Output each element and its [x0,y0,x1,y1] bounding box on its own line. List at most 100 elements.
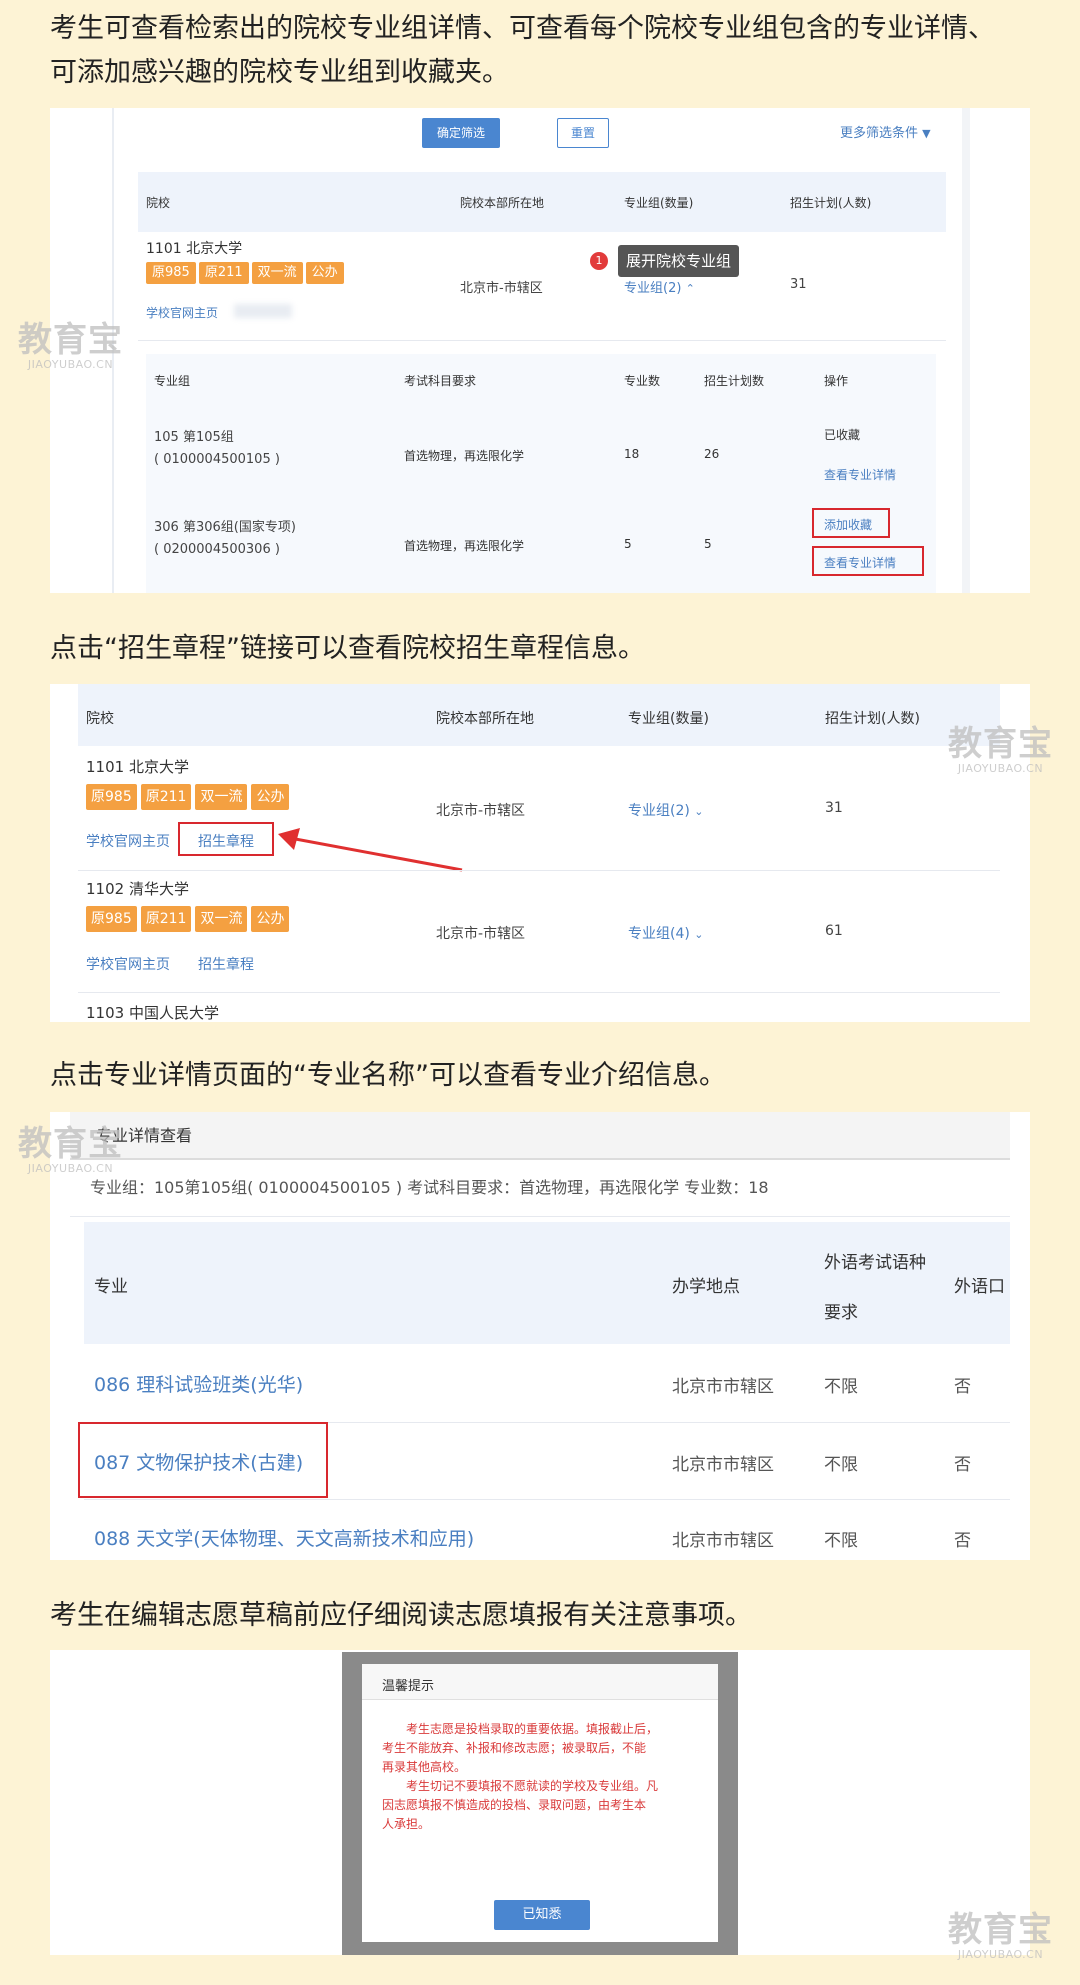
header-major: 专业 [94,1277,128,1297]
caption-1-line-2: 可添加感兴趣的院校专业组到收藏夹。 [50,57,509,88]
charter-school-2-name: 1102 清华大学 [86,880,189,898]
school-homepage-link[interactable]: 学校官网主页 [146,304,218,321]
major-row-3-name-link[interactable]: 088 天文学(天体物理、天文高新技术和应用) [94,1524,474,1551]
tag-211: 原211 [140,784,192,810]
caret-down-icon: ▼ [922,127,931,140]
caption-4: 考生在编辑志愿草稿前应仔细阅读志愿填报有关注意事项。 [50,1600,752,1631]
caption-1-line-1: 考生可查看检索出的院校专业组详情、可查看每个院校专业组包含的专业详情、 [50,13,995,44]
expand-groups-tooltip: 展开院校专业组 [618,245,740,277]
charter-school-2-homepage-link[interactable]: 学校官网主页 [86,954,170,974]
acknowledge-button[interactable]: 已知悉 [494,1900,590,1930]
charter-school-1-tags: 原985 原211 双一流 公办 [86,784,293,810]
watermark-brand: 教育宝 [948,1910,1053,1950]
charter-school-1-groups-toggle[interactable]: 专业组(2) ⌄ [628,800,704,820]
row-divider [138,340,946,341]
row-divider [78,992,1000,993]
highlight-view-details [812,546,924,576]
step-badge: 1 [590,252,608,270]
group-info: 专业组：105第105组( 0100004500105 ) 考试科目要求：首选物… [90,1178,769,1197]
group-1-favorited: 已收藏 [824,428,861,442]
panel-notice-dialog: 温馨提示 考生志愿是投档录取的重要依据。填报截止后， 考生不能放弃、补报和修改志… [50,1650,1030,1955]
major-row-1-name-link[interactable]: 086 理科试验班类(光华) [94,1370,303,1397]
major-row-3-location: 北京市市辖区 [672,1531,774,1551]
notice-1-line-3: 再录其他高校。 [382,1760,467,1774]
header-location: 院校本部所在地 [460,196,545,210]
tag-public: 公办 [251,784,290,810]
dialog-title: 温馨提示 [382,1679,435,1694]
watermark-domain: JIAOYUBAO.CN [27,358,114,371]
tag-985: 原985 [86,784,137,810]
notice-paragraph-1: 考生志愿是投档录取的重要依据。填报截止后， 考生不能放弃、补报和修改志愿；被录取… [382,1720,708,1777]
tag-211: 原211 [198,262,249,284]
sub-header-plan: 招生计划数 [704,374,765,388]
sub-header-count: 专业数 [624,374,661,388]
group-1-count: 18 [624,447,640,461]
header-plan: 招生计划(人数) [790,196,872,210]
group-2-code: ( 0200004500306 ) [154,542,280,557]
major-row-3-oral: 否 [954,1531,971,1551]
group-1-view-details-link[interactable]: 查看专业详情 [824,466,896,483]
charter-school-1-plan: 31 [825,800,843,816]
group-1-plan: 26 [704,447,720,461]
group-1-name: 105 第105组 [154,430,234,445]
header-study-location: 办学地点 [672,1277,740,1297]
charter-school-1-location: 北京市-市辖区 [436,803,526,819]
group-2-subjects: 首选物理，再选限化学 [404,539,525,553]
panel-major-details: 专业详情查看 专业组：105第105组( 0100004500105 ) 考试科… [50,1112,1030,1560]
sub-header-action: 操作 [824,374,849,388]
groups-toggle[interactable]: 专业组(2) ⌃ [624,277,695,296]
group-2-plan: 5 [704,537,712,551]
header-oral-exam: 外语口 [954,1277,1005,1297]
charter-header-school: 院校 [86,711,114,727]
highlight-add-favorite [812,508,890,538]
charter-school-2-location: 北京市-市辖区 [436,926,526,942]
header-groups: 专业组(数量) [624,196,694,210]
more-filters-link[interactable]: 更多筛选条件 ▼ [840,122,931,141]
group-1-subjects: 首选物理，再选限化学 [404,449,525,463]
major-row-2-location: 北京市市辖区 [672,1455,774,1475]
watermark-brand: 教育宝 [948,724,1053,764]
major-row-3-language: 不限 [824,1531,858,1551]
notice-2-line-3: 人承担。 [382,1817,431,1831]
blurred-content [234,304,292,318]
school-tags: 原985 原211 双一流 公办 [146,261,347,284]
notice-1-line-1: 考生志愿是投档录取的重要依据。填报截止后， [406,1722,659,1736]
major-table-header [84,1222,1010,1344]
charter-school-2-charter-link[interactable]: 招生章程 [198,954,254,974]
groups-toggle-label: 专业组(4) [628,926,690,942]
groups-toggle-label: 专业组(2) [628,803,690,819]
caption-2: 点击“招生章程”链接可以查看院校招生章程信息。 [50,633,645,664]
charter-school-1-homepage-link[interactable]: 学校官网主页 [86,831,170,851]
watermark-brand: 教育宝 [18,1124,123,1164]
watermark-logo: 教育宝 JIAOYUBAO.CN [948,726,1053,775]
caption-3: 点击专业详情页面的“专业名称”可以查看专业介绍信息。 [50,1060,726,1091]
header-language-req-2: 要求 [824,1303,858,1323]
sub-header-group: 专业组 [154,374,191,388]
tag-985: 原985 [146,262,196,284]
charter-school-2-plan: 61 [825,923,843,939]
tag-public: 公办 [305,262,344,284]
header-school: 院校 [146,196,171,210]
reset-button[interactable]: 重置 [557,118,609,148]
confirm-filter-button[interactable]: 确定筛选 [422,118,500,148]
school-plan: 31 [790,277,807,292]
row-divider [78,870,1000,871]
major-details-titlebar [70,1112,1010,1158]
group-2-name: 306 第306组(国家专项) [154,520,296,535]
tag-double-first: 双一流 [195,784,248,810]
tag-double-first: 双一流 [195,906,248,932]
group-2-count: 5 [624,537,632,551]
watermark-domain: JIAOYUBAO.CN [957,762,1044,775]
charter-header-location: 院校本部所在地 [436,711,534,727]
header-language-req-1: 外语考试语种 [824,1253,926,1273]
watermark-logo: 教育宝 JIAOYUBAO.CN [18,322,123,371]
notice-1-line-2: 考生不能放弃、补报和修改志愿；被录取后，不能 [382,1741,647,1755]
charter-school-2-groups-toggle[interactable]: 专业组(4) ⌄ [628,923,704,943]
watermark-domain: JIAOYUBAO.CN [957,1948,1044,1961]
watermark-brand: 教育宝 [18,320,123,360]
notice-paragraph-2: 考生切记不要填报不愿就读的学校及专业组。凡 因志愿填报不慎造成的投档、录取问题，… [382,1777,708,1834]
watermark-domain: JIAOYUBAO.CN [27,1162,114,1175]
charter-header-plan: 招生计划(人数) [825,711,920,727]
notice-2-line-1: 考生切记不要填报不愿就读的学校及专业组。凡 [406,1779,659,1793]
panel-major-group-details: 确定筛选 重置 更多筛选条件 ▼ 院校 院校本部所在地 专业组(数量) 招生计划… [50,108,1030,593]
